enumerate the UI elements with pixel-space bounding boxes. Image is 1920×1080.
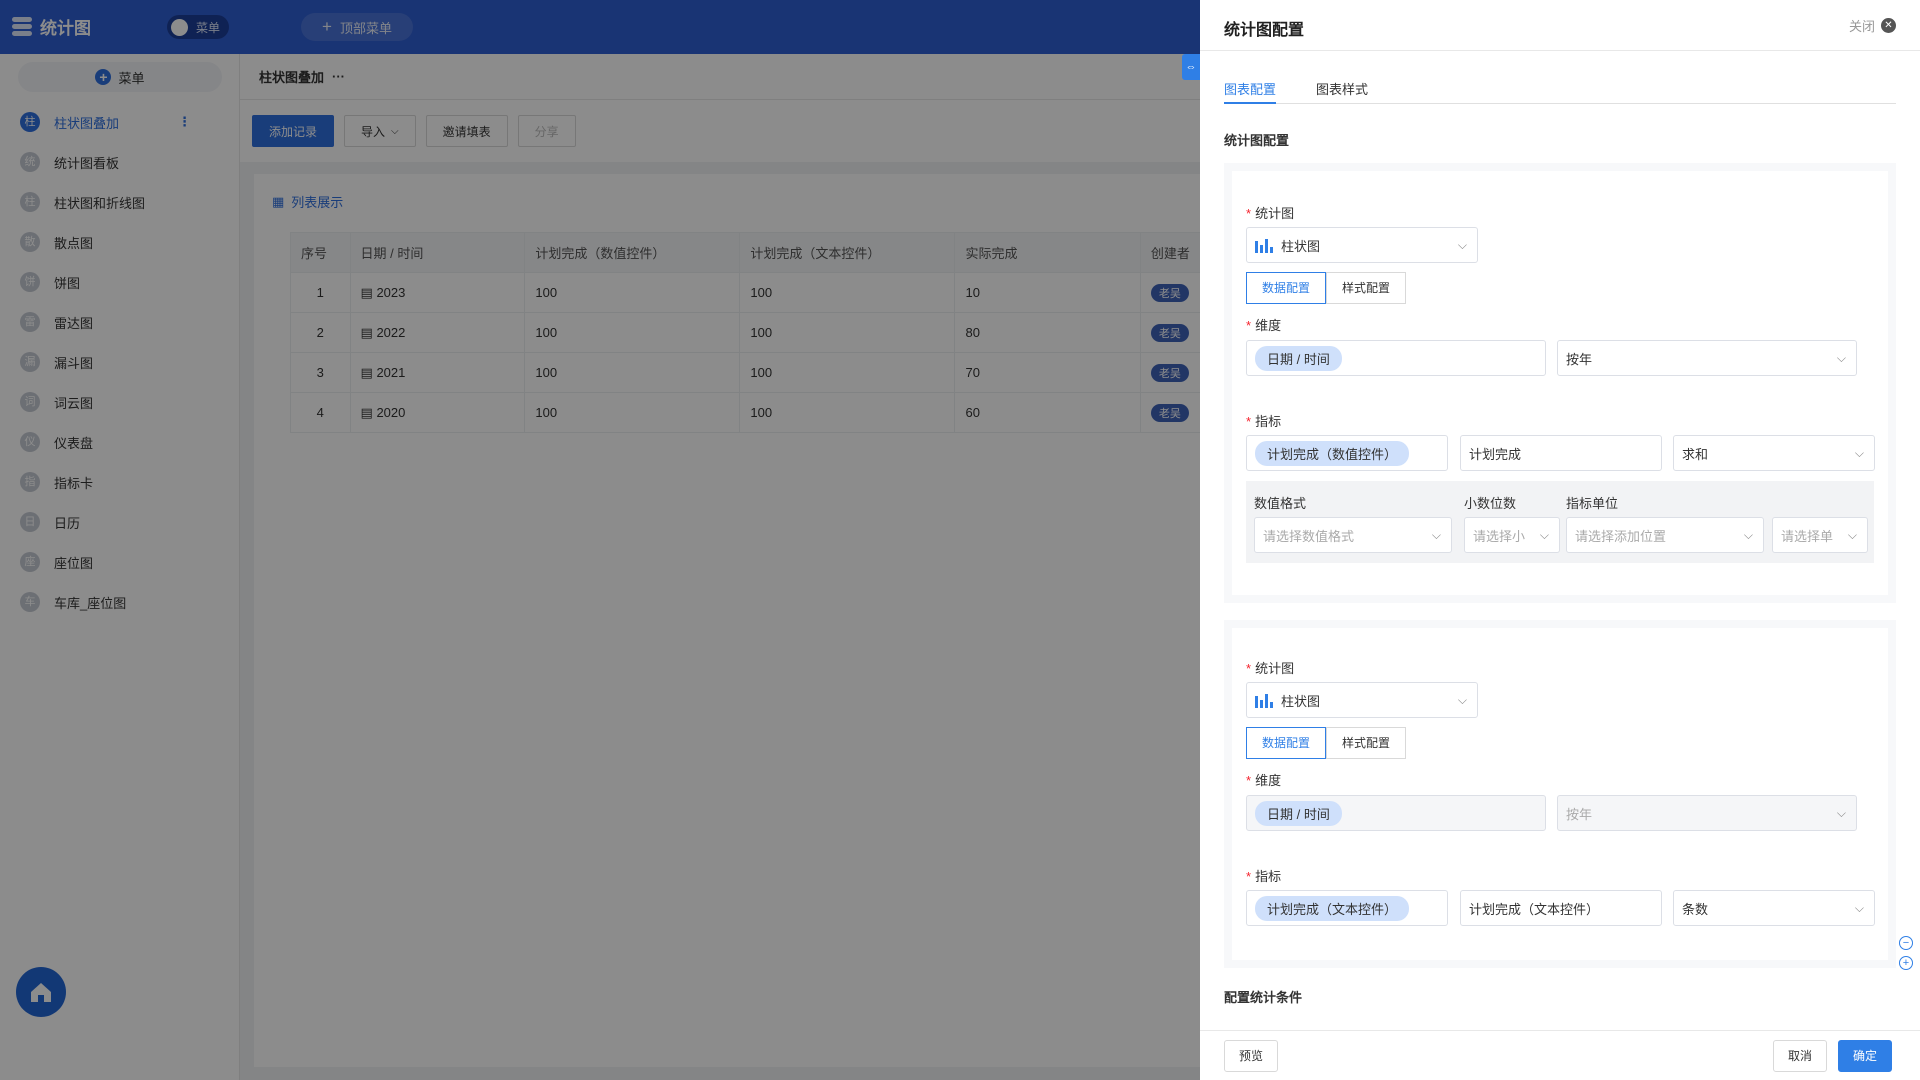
decimals-placeholder: 请选择小 <box>1473 528 1526 544</box>
chart-type-select[interactable]: 柱状图 ⌵ <box>1246 682 1478 718</box>
dimension-field[interactable]: 日期 / 时间 <box>1246 795 1546 831</box>
tab-chart-config[interactable]: 图表配置 <box>1224 79 1277 104</box>
confirm-button[interactable]: 确定 <box>1838 1040 1893 1072</box>
dimension-label-text: 维度 <box>1255 773 1282 788</box>
chevron-down-icon: ⌵ <box>1431 528 1441 542</box>
num-format-select[interactable]: 请选择数值格式 ⌵ <box>1254 517 1452 553</box>
seg-data-config[interactable]: 数据配置 <box>1246 272 1326 304</box>
decimals-label: 小数位数 <box>1464 496 1517 511</box>
format-box: 数值格式 小数位数 指标单位 请选择数值格式 ⌵ 请选择小 ⌵ 请选择添加位置 ⌵ 请… <box>1246 481 1874 563</box>
metric-alias-input[interactable]: 计划完成（文本控件） <box>1460 890 1662 926</box>
tab-chart-style[interactable]: 图表样式 <box>1316 79 1368 104</box>
unit-select[interactable]: 请选择单 ⌵ <box>1772 517 1868 553</box>
chevron-down-icon: ⌵ <box>1743 528 1753 542</box>
num-format-label: 数值格式 <box>1254 496 1307 511</box>
modal-overlay[interactable] <box>0 0 1200 1080</box>
unit-position-placeholder: 请选择添加位置 <box>1575 528 1667 544</box>
chart-config-block-2: * 统计图 柱状图 ⌵ 数据配置 样式配置 * 维度 日期 / 时间 按年 ⌵ * 指… <box>1224 620 1896 968</box>
metric-field[interactable]: 计划完成（数值控件） <box>1246 435 1448 471</box>
metric-label: * 指标 <box>1246 869 1282 884</box>
panel-tabs: 图表配置 图表样式 <box>1224 79 1896 104</box>
chevron-down-icon: ⌵ <box>1457 238 1467 252</box>
metric-agg-select[interactable]: 求和 ⌵ <box>1673 435 1875 471</box>
chart-config-block: * 统计图 柱状图 ⌵ 数据配置 样式配置 * 维度 日期 / 时间 按年 ⌵ * 指… <box>1224 163 1896 603</box>
dimension-group-select[interactable]: 按年 ⌵ <box>1557 340 1857 376</box>
metric-tag[interactable]: 计划完成（文本控件） <box>1255 895 1410 921</box>
chevron-down-icon: ⌵ <box>1539 528 1549 542</box>
metric-tag[interactable]: 计划完成（数值控件） <box>1255 440 1410 466</box>
cancel-button[interactable]: 取消 <box>1773 1040 1828 1072</box>
chart-type-select[interactable]: 柱状图 ⌵ <box>1246 227 1478 263</box>
seg-data-config[interactable]: 数据配置 <box>1246 727 1326 759</box>
dimension-label-text: 维度 <box>1255 318 1282 333</box>
bar-chart-icon <box>1255 237 1273 253</box>
decimals-select[interactable]: 请选择小 ⌵ <box>1464 517 1560 553</box>
dimension-group-value: 按年 <box>1566 351 1593 367</box>
metric-label-text: 指标 <box>1255 869 1282 884</box>
config-panel: 统计图配置 关闭 ✕ 图表配置 图表样式 统计图配置 * 统计图 柱状图 ⌵ 数据… <box>1200 0 1920 1080</box>
panel-header: 统计图配置 关闭 ✕ <box>1200 0 1920 51</box>
seg-style-config[interactable]: 样式配置 <box>1326 727 1406 759</box>
close-icon: ✕ <box>1881 18 1896 33</box>
chart-config-inner: * 统计图 柱状图 ⌵ 数据配置 样式配置 * 维度 日期 / 时间 按年 ⌵ * 指… <box>1232 171 1888 595</box>
chart-type-value: 柱状图 <box>1281 238 1321 254</box>
dimension-label: * 维度 <box>1246 318 1282 333</box>
preview-button[interactable]: 预览 <box>1224 1040 1279 1072</box>
unit-position-select[interactable]: 请选择添加位置 ⌵ <box>1566 517 1764 553</box>
section-title: 统计图配置 <box>1224 133 1290 148</box>
metric-agg-value: 求和 <box>1682 446 1709 462</box>
chevron-down-icon: ⌵ <box>1847 528 1857 542</box>
config-segment: 数据配置 样式配置 <box>1246 272 1406 304</box>
metric-agg-select[interactable]: 条数 ⌵ <box>1673 890 1875 926</box>
seg-style-config[interactable]: 样式配置 <box>1326 272 1406 304</box>
dimension-label: * 维度 <box>1246 773 1282 788</box>
chart-type-label-text: 统计图 <box>1255 661 1295 676</box>
chart-type-label: * 统计图 <box>1246 661 1295 676</box>
add-circle-icon[interactable]: + <box>1899 956 1913 970</box>
chevron-down-icon: ⌵ <box>1836 351 1846 365</box>
dimension-tag[interactable]: 日期 / 时间 <box>1255 800 1342 826</box>
dimension-group-select[interactable]: 按年 ⌵ <box>1557 795 1857 831</box>
metric-field[interactable]: 计划完成（文本控件） <box>1246 890 1448 926</box>
chart-type-value: 柱状图 <box>1281 693 1321 709</box>
chevron-down-icon: ⌵ <box>1854 446 1864 460</box>
chevron-down-icon: ⌵ <box>1836 806 1846 820</box>
remove-circle-icon[interactable]: − <box>1899 936 1913 950</box>
metric-label: * 指标 <box>1246 414 1282 429</box>
chart-type-label-text: 统计图 <box>1255 206 1295 221</box>
config-segment: 数据配置 样式配置 <box>1246 727 1406 759</box>
dimension-tag[interactable]: 日期 / 时间 <box>1255 345 1342 371</box>
close-button[interactable]: 关闭 ✕ <box>1849 16 1896 35</box>
metric-alias-value: 计划完成 <box>1469 446 1522 462</box>
num-format-placeholder: 请选择数值格式 <box>1263 528 1355 544</box>
dimension-group-value: 按年 <box>1566 806 1593 822</box>
close-label: 关闭 <box>1848 19 1875 34</box>
unit-label: 指标单位 <box>1566 496 1619 511</box>
condition-section-title: 配置统计条件 <box>1224 990 1303 1005</box>
unit-placeholder: 请选择单 <box>1781 528 1834 544</box>
chart-type-label: * 统计图 <box>1246 206 1295 221</box>
metric-alias-input[interactable]: 计划完成 <box>1460 435 1662 471</box>
block-actions: − + <box>1899 936 1913 970</box>
chevron-down-icon: ⌵ <box>1854 901 1864 915</box>
resize-handle-icon[interactable]: ⇔ <box>1182 54 1200 80</box>
metric-alias-value: 计划完成（文本控件） <box>1469 901 1600 917</box>
panel-title: 统计图配置 <box>1224 22 1305 39</box>
panel-footer: 预览 取消 确定 <box>1200 1030 1920 1080</box>
bar-chart-icon <box>1255 692 1273 708</box>
chart-config-inner: * 统计图 柱状图 ⌵ 数据配置 样式配置 * 维度 日期 / 时间 按年 ⌵ * 指… <box>1232 628 1888 960</box>
metric-agg-value: 条数 <box>1682 901 1709 917</box>
dimension-field[interactable]: 日期 / 时间 <box>1246 340 1546 376</box>
metric-label-text: 指标 <box>1255 414 1282 429</box>
chevron-down-icon: ⌵ <box>1457 693 1467 707</box>
